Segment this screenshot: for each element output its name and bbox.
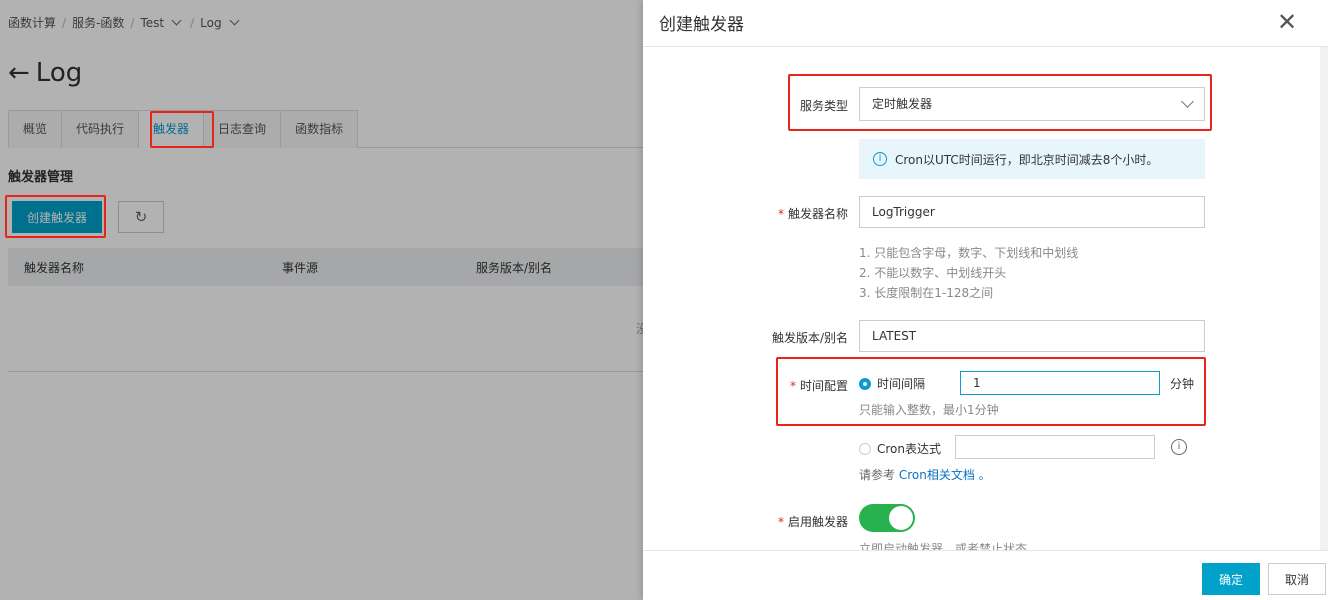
name-rule-1: 1. 只能包含字母，数字、下划线和中划线 [859,246,1079,260]
trigger-name-label: * 触发器名称 [777,207,848,221]
trigger-name-input[interactable]: LogTrigger [859,196,1205,228]
cancel-button[interactable]: 取消 [1268,563,1326,595]
name-rule-2: 2. 不能以数字、中划线开头 [859,266,1007,280]
cron-docs-link[interactable]: Cron相关文档 [899,468,975,482]
utc-info-banner: i Cron以UTC时间运行，即北京时间减去8个小时。 [859,139,1205,179]
cron-input[interactable] [955,435,1155,459]
scrollbar[interactable] [1320,47,1328,550]
panel-title: 创建触发器 [659,15,744,35]
highlight-box-triggers-tab [150,111,214,148]
modal-overlay[interactable] [0,0,643,600]
version-label: 触发版本/别名 [771,331,848,345]
name-rule-3: 3. 长度限制在1-128之间 [859,286,994,300]
enable-trigger-toggle[interactable] [859,504,915,532]
close-icon[interactable]: ✕ [1277,10,1297,34]
panel-footer: 确定 取消 [643,550,1328,600]
radio-unchecked-icon [859,442,871,455]
confirm-button[interactable]: 确定 [1202,563,1260,595]
enable-trigger-label: * 启用触发器 [777,515,848,529]
info-icon: i [873,152,887,166]
cron-radio[interactable]: Cron表达式 [859,440,941,457]
cron-reference: 请参考 Cron相关文档 。 [859,468,991,482]
info-icon[interactable]: i [1171,439,1187,455]
cron-option-label: Cron表达式 [877,442,941,456]
info-text: Cron以UTC时间运行，即北京时间减去8个小时。 [895,152,1159,167]
highlight-box-time-config [776,357,1206,426]
highlight-box-service-type [788,74,1212,131]
create-trigger-panel: 创建触发器 ✕ 服务类型 定时触发器 i Cron以UTC时间运行，即北京时间减… [643,0,1328,600]
highlight-box-create-button [5,195,106,238]
toggle-knob [889,506,913,530]
version-input[interactable]: LATEST [859,320,1205,352]
enable-hint: 立即启动触发器，或者禁止状态 [859,542,1028,550]
